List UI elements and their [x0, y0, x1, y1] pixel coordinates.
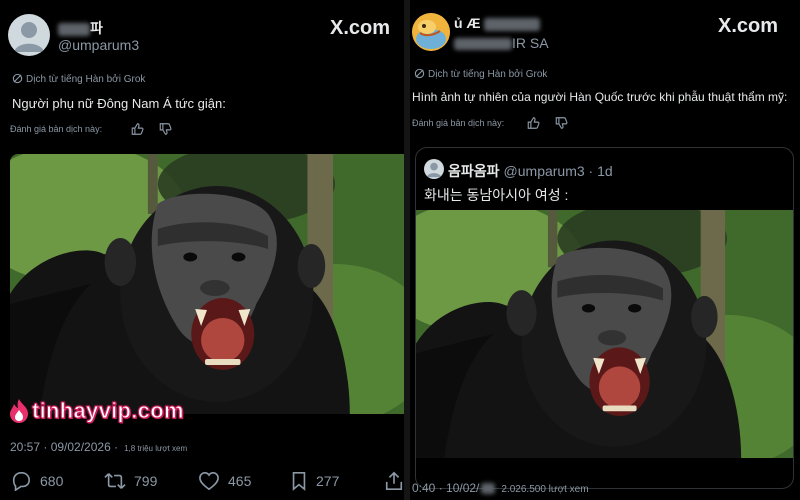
left-author-name[interactable]: 파 [58, 18, 103, 38]
left-post-panel: 파 @umparum3 X.com Dịch từ tiếng Hàn bởi … [0, 0, 404, 500]
rate-translation-label: Đánh giá bản dịch này: [10, 124, 103, 134]
share-icon [385, 471, 403, 490]
left-post-image[interactable] [10, 154, 404, 414]
reply-count: 680 [40, 473, 64, 489]
quoted-avatar[interactable] [424, 159, 444, 179]
right-author-handle[interactable]: IR SA [454, 35, 549, 51]
reply-icon [12, 472, 31, 491]
redacted-handle-blur [454, 38, 512, 51]
flame-icon [10, 399, 28, 423]
quoted-post-image[interactable] [416, 210, 793, 458]
grok-icon [414, 68, 425, 79]
repost-icon [104, 473, 126, 489]
grok-icon [12, 73, 23, 84]
x-brand-label: X.com [718, 15, 779, 37]
share-button[interactable] [384, 471, 404, 491]
left-tweet-text: Người phụ nữ Đông Nam Á tức giận: [12, 96, 226, 111]
repost-count: 799 [134, 473, 158, 489]
heart-icon [199, 471, 219, 491]
quoted-author[interactable]: 옴파옴파 @umparum3 · 1d [448, 161, 613, 181]
chimpanzee-photo [416, 210, 793, 458]
watermark-text: tinhayvip.com [32, 398, 185, 424]
thumbs-down-icon[interactable] [158, 122, 173, 136]
right-post-panel: ủ Æ IR SA X.com Dịch từ tiếng Hàn bởi Gr… [410, 0, 800, 500]
watermark-logo: tinhayvip.com [6, 398, 184, 424]
thumbs-down-icon[interactable] [554, 116, 569, 130]
right-post-meta: 0:40 · 10/02/2.026.500 lượt xem [412, 481, 589, 495]
redacted-name-blur [484, 17, 541, 31]
reply-button[interactable]: 680 [10, 471, 63, 491]
redacted-date-blur [481, 483, 496, 495]
chimpanzee-photo [10, 154, 404, 414]
left-post-meta: 20:57 · 09/02/2026 · 1,8 triệu lượt xem [10, 440, 187, 454]
grok-translation-note: Dịch từ tiếng Hàn bởi Grok [12, 73, 145, 85]
default-profile-icon [426, 162, 442, 178]
bookmark-icon [292, 472, 306, 491]
thumbs-up-icon[interactable] [130, 122, 145, 136]
grok-translation-note: Dịch từ tiếng Hàn bởi Grok [414, 68, 547, 80]
x-brand-label: X.com [330, 17, 391, 39]
rate-translation-label: Đánh giá bản dịch này: [412, 118, 505, 128]
right-author-name[interactable]: ủ Æ [454, 15, 541, 31]
default-profile-icon [14, 22, 44, 52]
right-timestamp[interactable]: 0:40 · 10/02/ [412, 481, 479, 495]
bookmark-count: 277 [316, 473, 340, 489]
bookmark-button[interactable]: 277 [290, 471, 339, 491]
quoted-author-name: 옴파옴파 [448, 163, 500, 179]
repost-button[interactable]: 799 [104, 471, 157, 491]
like-button[interactable]: 465 [198, 471, 251, 491]
left-timestamp[interactable]: 20:57 · 09/02/2026 · [10, 440, 118, 454]
left-view-count: 1,8 triệu lượt xem [124, 444, 188, 453]
right-tweet-text: Hình ảnh tự nhiên của người Hàn Quốc trư… [412, 90, 788, 104]
quoted-post-card[interactable]: 옴파옴파 @umparum3 · 1d 화내는 동남아시아 여성 : [415, 147, 794, 489]
quoted-author-handle: @umparum3 · 1d [503, 163, 613, 179]
like-count: 465 [228, 473, 252, 489]
quoted-tweet-text: 화내는 동남아시아 여성 : [424, 187, 569, 203]
left-author-handle[interactable]: @umparum3 [58, 37, 139, 53]
redacted-name-blur [58, 22, 90, 36]
left-avatar[interactable] [8, 14, 50, 56]
thumbs-up-icon[interactable] [526, 116, 541, 130]
cartoon-avatar-icon [412, 13, 450, 51]
right-view-count: 2.026.500 lượt xem [501, 484, 589, 495]
right-avatar[interactable] [412, 13, 450, 51]
